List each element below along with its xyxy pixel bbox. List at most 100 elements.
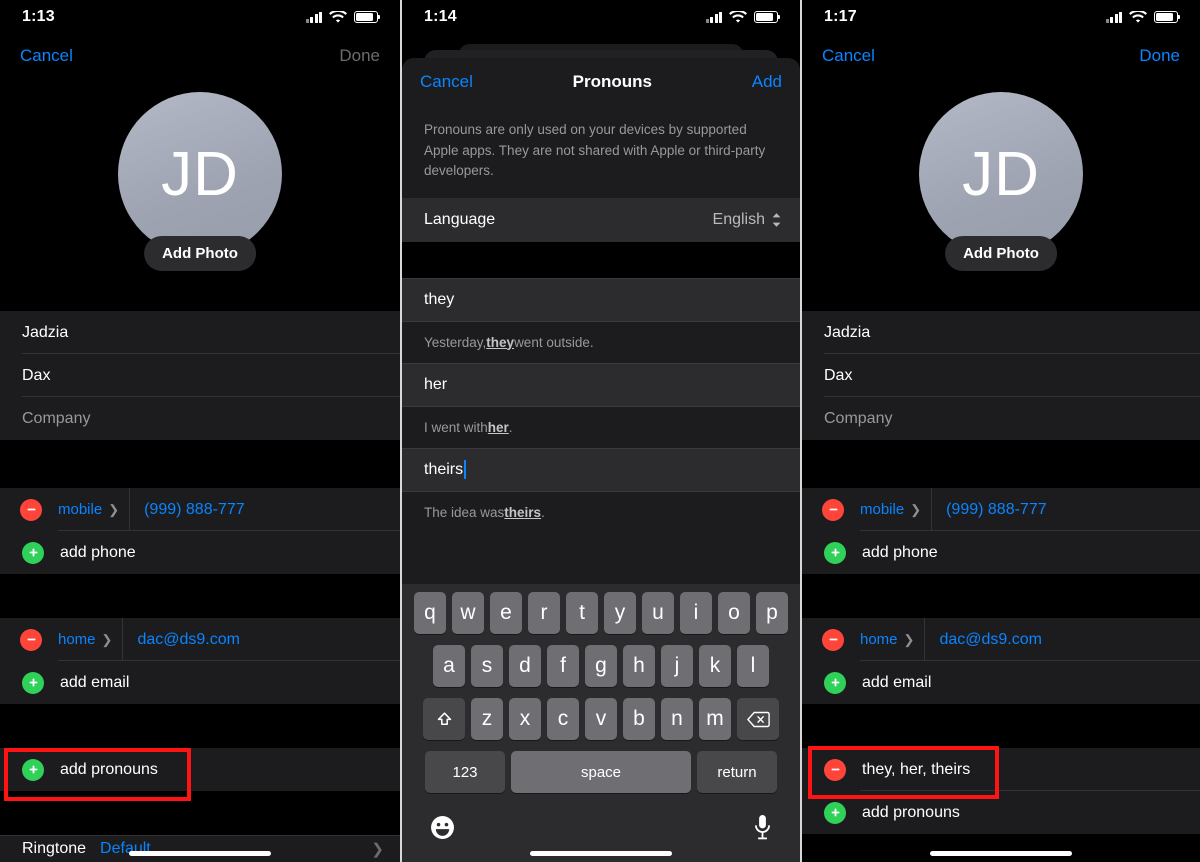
add-phone-row[interactable]: add phone xyxy=(802,531,1200,574)
key-s[interactable]: s xyxy=(471,645,503,687)
key-i[interactable]: i xyxy=(680,592,712,634)
first-name-field[interactable]: Jadzia xyxy=(0,311,400,354)
add-pronouns-icon[interactable] xyxy=(22,758,44,781)
home-indicator[interactable] xyxy=(530,851,672,856)
add-pronouns-row[interactable]: add pronouns xyxy=(802,791,1200,834)
pronoun-field-1[interactable]: they xyxy=(402,277,800,322)
email-row[interactable]: home ❯ dac@ds9.com xyxy=(0,618,400,661)
numbers-key[interactable]: 123 xyxy=(425,751,505,793)
remove-pronouns-icon[interactable] xyxy=(824,758,846,781)
sheet-cancel-button[interactable]: Cancel xyxy=(420,72,473,92)
ringtone-row[interactable]: Ringtone Default ❯ xyxy=(0,835,400,862)
pronoun-value-3: theirs xyxy=(424,460,464,478)
pronouns-value: they, her, theirs xyxy=(862,760,971,778)
keyboard-bottom-bar xyxy=(402,804,800,840)
phone-value[interactable]: (999) 888-777 xyxy=(144,501,245,519)
company-field[interactable]: Company xyxy=(802,397,1200,440)
language-row[interactable]: Language English xyxy=(402,197,800,242)
avatar[interactable]: JD xyxy=(118,92,282,256)
key-u[interactable]: u xyxy=(642,592,674,634)
key-e[interactable]: e xyxy=(490,592,522,634)
onscreen-keyboard: q w e r t y u i o p a s d f g h j k l z … xyxy=(402,584,800,862)
pronoun-field-3[interactable]: theirs xyxy=(402,447,800,492)
phone-value[interactable]: (999) 888-777 xyxy=(946,501,1047,519)
add-pronouns-icon[interactable] xyxy=(824,801,846,824)
last-name-field[interactable]: Dax xyxy=(802,354,1200,397)
phone-row[interactable]: mobile ❯ (999) 888-777 xyxy=(802,488,1200,531)
key-k[interactable]: k xyxy=(699,645,731,687)
key-g[interactable]: g xyxy=(585,645,617,687)
email-label[interactable]: home xyxy=(860,631,898,648)
keyboard-row-3: z x c v b n m xyxy=(402,698,800,740)
cancel-button[interactable]: Cancel xyxy=(822,46,875,66)
sheet-add-button[interactable]: Add xyxy=(752,72,782,92)
done-button[interactable]: Done xyxy=(1139,46,1180,66)
key-x[interactable]: x xyxy=(509,698,541,740)
cancel-button[interactable]: Cancel xyxy=(20,46,73,66)
add-email-row[interactable]: add email xyxy=(0,661,400,704)
add-phone-icon[interactable] xyxy=(824,541,846,564)
add-photo-button[interactable]: Add Photo xyxy=(144,236,256,271)
email-row[interactable]: home ❯ dac@ds9.com xyxy=(802,618,1200,661)
key-l[interactable]: l xyxy=(737,645,769,687)
key-p[interactable]: p xyxy=(756,592,788,634)
avatar[interactable]: JD xyxy=(919,92,1083,256)
status-bar: 1:13 xyxy=(0,0,400,34)
emoji-smiley-icon[interactable] xyxy=(430,815,455,840)
add-pronouns-row[interactable]: add pronouns xyxy=(0,748,400,791)
key-d[interactable]: d xyxy=(509,645,541,687)
key-c[interactable]: c xyxy=(547,698,579,740)
company-field[interactable]: Company xyxy=(0,397,400,440)
remove-email-icon[interactable] xyxy=(822,628,844,651)
pronouns-row[interactable]: they, her, theirs xyxy=(802,748,1200,791)
remove-phone-icon[interactable] xyxy=(20,498,42,521)
key-z[interactable]: z xyxy=(471,698,503,740)
key-h[interactable]: h xyxy=(623,645,655,687)
key-v[interactable]: v xyxy=(585,698,617,740)
key-n[interactable]: n xyxy=(661,698,693,740)
add-phone-row[interactable]: add phone xyxy=(0,531,400,574)
last-name-field[interactable]: Dax xyxy=(0,354,400,397)
key-w[interactable]: w xyxy=(452,592,484,634)
key-a[interactable]: a xyxy=(433,645,465,687)
microphone-icon[interactable] xyxy=(753,814,772,840)
key-t[interactable]: t xyxy=(566,592,598,634)
phone-row[interactable]: mobile ❯ (999) 888-777 xyxy=(0,488,400,531)
email-value[interactable]: dac@ds9.com xyxy=(939,631,1042,649)
add-email-label: add email xyxy=(60,673,130,691)
done-button[interactable]: Done xyxy=(339,46,380,66)
backspace-icon[interactable] xyxy=(737,698,779,740)
key-y[interactable]: y xyxy=(604,592,636,634)
status-bar: 1:14 xyxy=(402,0,800,34)
remove-email-icon[interactable] xyxy=(20,628,42,651)
email-label[interactable]: home xyxy=(58,631,96,648)
key-m[interactable]: m xyxy=(699,698,731,740)
key-b[interactable]: b xyxy=(623,698,655,740)
remove-phone-icon[interactable] xyxy=(822,498,844,521)
language-value-group[interactable]: English xyxy=(713,211,782,229)
add-email-icon[interactable] xyxy=(22,671,44,694)
add-email-row[interactable]: add email xyxy=(802,661,1200,704)
email-value[interactable]: dac@ds9.com xyxy=(137,631,240,649)
navigation-bar: Cancel Done xyxy=(802,34,1200,78)
add-phone-icon[interactable] xyxy=(22,541,44,564)
pronoun-example-2: I went with her. xyxy=(402,406,800,448)
shift-icon[interactable] xyxy=(423,698,465,740)
section-gap xyxy=(802,704,1200,748)
first-name-field[interactable]: Jadzia xyxy=(802,311,1200,354)
phone-label[interactable]: mobile xyxy=(58,501,102,518)
key-r[interactable]: r xyxy=(528,592,560,634)
phone-label[interactable]: mobile xyxy=(860,501,904,518)
key-f[interactable]: f xyxy=(547,645,579,687)
key-o[interactable]: o xyxy=(718,592,750,634)
add-email-icon[interactable] xyxy=(824,671,846,694)
key-j[interactable]: j xyxy=(661,645,693,687)
home-indicator[interactable] xyxy=(129,851,271,856)
space-key[interactable]: space xyxy=(511,751,691,793)
add-photo-button[interactable]: Add Photo xyxy=(945,236,1057,271)
key-q[interactable]: q xyxy=(414,592,446,634)
return-key[interactable]: return xyxy=(697,751,777,793)
home-indicator[interactable] xyxy=(930,851,1072,856)
ringtone-label: Ringtone xyxy=(22,840,87,857)
pronoun-field-2[interactable]: her xyxy=(402,362,800,407)
